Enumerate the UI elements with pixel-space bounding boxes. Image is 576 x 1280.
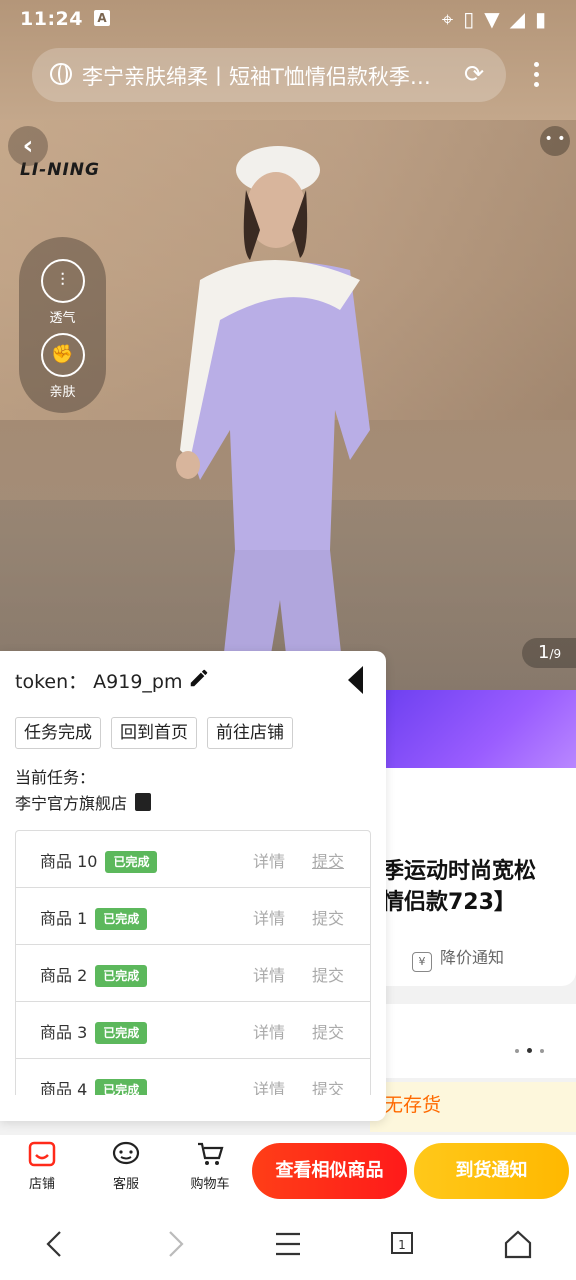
image-total: /9 (549, 647, 562, 661)
product-title-line1: 季运动时尚宽松 (382, 859, 537, 884)
cart-tab[interactable]: 购物车 (182, 1141, 238, 1192)
feature-skin-friendly: ✊ 亲肤 (19, 333, 106, 400)
product-info-card: 季运动时尚宽松 情侣款723】 ¥ 降价通知 (370, 768, 576, 986)
task-panel: token： A919_pm 任务完成 回到首页 前往店铺 当前任务： 李宁官方旗舰店… (0, 651, 386, 1121)
item-name: 商品 4 (40, 1080, 88, 1095)
wifi-icon: ▼ (484, 7, 510, 31)
cart-icon (198, 1142, 224, 1165)
customer-service-icon (112, 1141, 140, 1165)
option-card[interactable] (370, 1004, 576, 1078)
feature-label: 透气 (49, 311, 76, 326)
product-title-line2: 情侣款723】 (382, 890, 516, 915)
submit-link[interactable]: 提交 (312, 1019, 344, 1043)
item-name: 商品 3 (40, 1023, 88, 1042)
globe-icon (50, 63, 72, 85)
yen-tag-icon: ¥ (412, 952, 432, 972)
edit-pencil-icon[interactable] (188, 667, 210, 689)
store-icon (28, 1141, 56, 1167)
item-name: 商品 10 (40, 852, 98, 871)
status-time: 11:24 (20, 8, 83, 30)
tabs-icon: 1 (391, 1232, 413, 1254)
table-row: 商品 4 已完成 详情 提交 (16, 1059, 370, 1095)
reload-icon[interactable]: ⟳ (464, 62, 488, 86)
table-row: 商品 1 已完成 详情 提交 (16, 888, 370, 945)
status-badge: 已完成 (95, 1022, 148, 1044)
submit-link[interactable]: 提交 (312, 905, 344, 929)
more-options-icon[interactable]: • • (540, 126, 570, 156)
arrival-notify-button[interactable]: 到货通知 (414, 1143, 569, 1199)
detail-link[interactable]: 详情 (253, 1076, 285, 1095)
tabs-button[interactable]: 1 (382, 1227, 422, 1261)
task-list: 商品 10 已完成 详情 提交 商品 1 已完成 详情 提交 商品 2 已完成 详情 … (15, 830, 371, 1095)
feature-label: 亲肤 (49, 385, 76, 400)
a-notification-icon: A (94, 10, 110, 26)
status-badge: 已完成 (95, 908, 148, 930)
go-store-button[interactable]: 前往店铺 (207, 717, 293, 749)
token-value: A919_pm (93, 671, 183, 693)
skin-friendly-icon: ✊ (40, 333, 85, 377)
table-row: 商品 10 已完成 详情 提交 (16, 831, 370, 888)
product-title: 季运动时尚宽松 情侣款723】 (382, 856, 572, 918)
task-complete-button[interactable]: 任务完成 (15, 717, 101, 749)
vibrate-icon: ▯ (463, 7, 485, 31)
stock-status: 无存货 (370, 1082, 576, 1132)
status-badge: 已完成 (95, 965, 148, 987)
current-task-label: 当前任务： (15, 768, 96, 787)
detail-link[interactable]: 详情 (253, 962, 285, 986)
panel-actions: 任务完成 回到首页 前往店铺 (15, 717, 303, 749)
model-figure (176, 146, 370, 690)
status-badge: 已完成 (105, 851, 158, 873)
service-tab[interactable]: 客服 (98, 1141, 154, 1192)
location-icon: ⌖ (441, 7, 464, 31)
nav-home-icon[interactable] (498, 1227, 538, 1261)
submit-link[interactable]: 提交 (312, 848, 344, 872)
detail-link[interactable]: 详情 (253, 848, 285, 872)
token-label: token： (15, 671, 88, 693)
nav-menu-icon[interactable] (268, 1227, 308, 1261)
url-bar[interactable]: 李宁亲肤绵柔丨短袖T恤情侣款秋季… ⟳ (32, 48, 506, 102)
breathable-icon: ⫶ (40, 259, 85, 303)
bottom-action-bar: 店铺 客服 购物车 查看相似商品 到货通知 (0, 1135, 576, 1207)
back-home-button[interactable]: 回到首页 (111, 717, 197, 749)
current-task: 当前任务： 李宁官方旗舰店 (15, 765, 152, 817)
feature-breathable: ⫶ 透气 (19, 259, 106, 326)
image-counter: 1/9 (522, 638, 576, 668)
more-dots-icon[interactable] (511, 1038, 548, 1057)
submit-link[interactable]: 提交 (312, 962, 344, 986)
battery-icon: ▮ (534, 7, 556, 31)
store-label: 店铺 (28, 1177, 55, 1192)
status-bar: 11:24 A ⌖▯▼◢▮ (0, 0, 576, 38)
status-badge: 已完成 (95, 1079, 148, 1095)
table-row: 商品 3 已完成 详情 提交 (16, 1002, 370, 1059)
back-arrow-icon[interactable]: ‹ (8, 126, 48, 166)
current-task-store: 李宁官方旗舰店 (15, 794, 128, 813)
promo-banner (380, 690, 576, 768)
token-row: token： A919_pm (15, 667, 182, 694)
item-name: 商品 2 (40, 966, 88, 985)
cart-label: 购物车 (190, 1177, 230, 1192)
collapse-panel-icon[interactable] (348, 666, 363, 694)
page-title: 李宁亲肤绵柔丨短袖T恤情侣款秋季… (82, 65, 431, 89)
item-name: 商品 1 (40, 909, 88, 928)
table-row: 商品 2 已完成 详情 提交 (16, 945, 370, 1002)
detail-link[interactable]: 详情 (253, 1019, 285, 1043)
copy-icon[interactable] (135, 793, 152, 811)
nav-back-icon[interactable] (36, 1227, 76, 1261)
more-vertical-icon[interactable] (528, 60, 544, 92)
service-label: 客服 (112, 1177, 139, 1192)
view-similar-button[interactable]: 查看相似商品 (252, 1143, 407, 1199)
browser-nav-bar: 1 (0, 1207, 576, 1280)
detail-link[interactable]: 详情 (253, 905, 285, 929)
store-tab[interactable]: 店铺 (14, 1141, 70, 1192)
submit-link[interactable]: 提交 (312, 1076, 344, 1095)
signal-icon: ◢ (509, 7, 535, 31)
price-drop-notify[interactable]: ¥ 降价通知 (412, 944, 504, 972)
price-notify-label: 降价通知 (440, 948, 505, 967)
status-icons: ⌖▯▼◢▮ (442, 7, 556, 31)
feature-badges: ⫶ 透气 ✊ 亲肤 (19, 237, 106, 413)
image-index: 1 (538, 642, 550, 663)
nav-forward-icon[interactable] (154, 1227, 194, 1261)
